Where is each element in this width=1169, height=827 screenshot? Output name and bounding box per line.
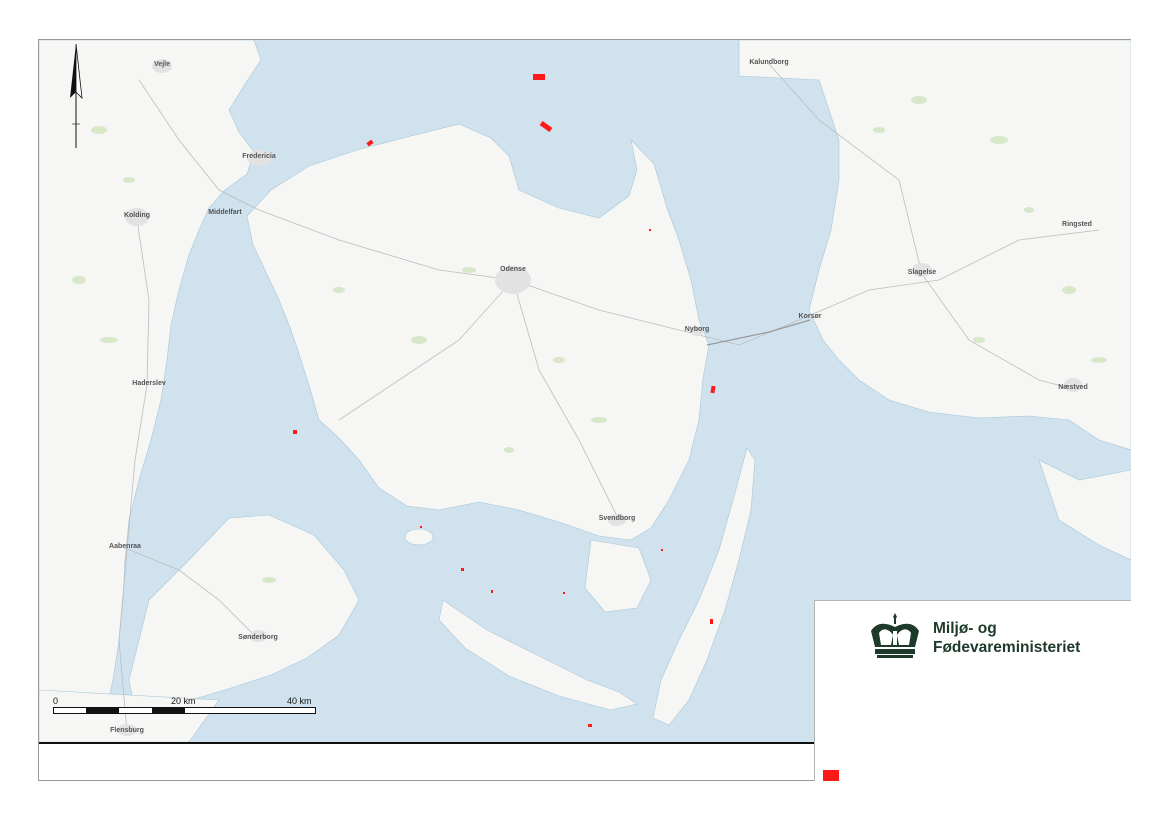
scale-label-20: 20 km	[171, 696, 196, 706]
place-label-korsør: Korsør	[799, 313, 822, 320]
designated-area-a9[interactable]	[491, 590, 493, 593]
place-label-flensburg: Flensburg	[110, 727, 144, 734]
place-label-middelfart: Middelfart	[208, 209, 242, 216]
scale-bar: 0 20 km 40 km	[53, 696, 318, 726]
ministry-name: Miljø- og Fødevareministeriet	[933, 619, 1080, 657]
place-label-næstved: Næstved	[1058, 384, 1088, 391]
designated-area-a6[interactable]	[293, 430, 297, 434]
place-label-sønderborg: Sønderborg	[238, 634, 278, 641]
frame-divider	[39, 742, 814, 744]
place-label-odense: Odense	[500, 266, 526, 273]
north-arrow-icon	[70, 44, 83, 148]
designated-area-a10[interactable]	[563, 592, 565, 594]
designated-area-a7[interactable]	[420, 526, 422, 528]
designated-area-a13[interactable]	[588, 724, 592, 727]
legend-swatch-area	[823, 770, 839, 781]
crown-icon	[871, 613, 919, 658]
designated-area-a11[interactable]	[661, 549, 663, 551]
designated-area-a12[interactable]	[710, 619, 713, 624]
place-label-fredericia: Fredericia	[242, 153, 276, 160]
ministry-name-line2: Fødevareministeriet	[933, 639, 1081, 656]
place-label-aabenraa: Aabenraa	[109, 543, 141, 550]
place-label-kolding: Kolding	[124, 212, 150, 219]
designated-area-a8[interactable]	[461, 568, 464, 571]
place-label-slagelse: Slagelse	[908, 269, 937, 276]
place-label-ringsted: Ringsted	[1062, 221, 1092, 228]
place-label-vejle: Vejle	[154, 61, 170, 68]
place-label-nyborg: Nyborg	[685, 326, 710, 333]
designated-area-a4[interactable]	[649, 229, 651, 231]
designated-area-a1[interactable]	[533, 74, 545, 80]
place-label-haderslev: Haderslev	[132, 380, 166, 387]
scale-label-40: 40 km	[287, 696, 312, 706]
scale-bar-graphic	[53, 707, 316, 714]
ministry-name-line1: Miljø- og	[933, 620, 997, 637]
scale-label-0: 0	[53, 696, 59, 706]
map-frame: Vejle Fredericia Kolding Middelfart Odense Ny…	[38, 39, 1131, 781]
place-label-kalundborg: Kalundborg	[749, 59, 788, 66]
legend-panel: Miljø- og Fødevareministeriet	[814, 600, 1131, 781]
lyoe-island	[404, 528, 434, 546]
place-label-svendborg: Svendborg	[599, 515, 636, 522]
